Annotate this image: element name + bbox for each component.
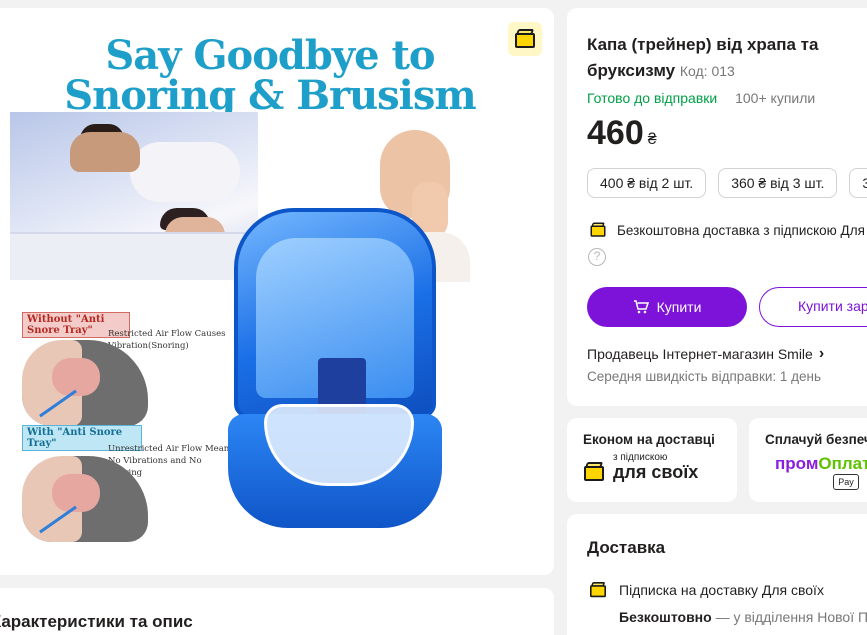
- free-shipping-note: Безкоштовна доставка з підпискою Для сво…: [587, 220, 867, 240]
- subscription-badge: [508, 22, 542, 56]
- safe-payment-promo[interactable]: Сплачуй безпечно промОплата Pay: [749, 418, 867, 502]
- product-code: Код: 013: [679, 63, 735, 79]
- product-gallery[interactable]: Say Goodbye to Snoring & Brusism Without…: [0, 8, 554, 575]
- seller-name: Продавець Інтернет-магазин Smile: [587, 346, 813, 362]
- chevron-right-icon: ›: [818, 345, 825, 362]
- help-icon[interactable]: ?: [588, 248, 606, 266]
- delivery-subscription[interactable]: Підписка на доставку Для своїх: [587, 580, 824, 600]
- bought-count: 100+ купили: [735, 90, 816, 106]
- buy-button-label: Купити: [656, 299, 702, 315]
- delivery-free-option: Безкоштовно — у відділення Нової Пошти: [619, 609, 867, 625]
- delivery-section: Доставка Підписка на доставку Для своїх …: [567, 514, 867, 635]
- avg-shipping-speed: Середня швидкість відправки: 1 день: [587, 369, 822, 384]
- airway-diagram-without: [22, 340, 148, 426]
- seller-link[interactable]: Продавець Інтернет-магазин Smile ›: [587, 345, 824, 363]
- box-icon: [590, 222, 607, 238]
- description-section: Характеристики та опис: [0, 588, 554, 635]
- cart-icon: [633, 300, 649, 314]
- product-title: Капа (трейнер) від храпа та бруксизму Ко…: [587, 32, 867, 84]
- tier-price-more[interactable]: 3: [849, 168, 867, 198]
- apple-pay-icon: Pay: [833, 474, 859, 490]
- mouthguard-case-photo: [228, 208, 442, 536]
- box-icon: [589, 582, 607, 598]
- currency-symbol: ₴: [647, 131, 657, 148]
- price: 460 ₴: [587, 114, 657, 153]
- buy-button[interactable]: Купити: [587, 287, 747, 327]
- stock-row: Готово до відправки 100+ купили: [587, 90, 815, 106]
- econom-delivery-promo[interactable]: Економ на доставці з підпискою для своїх: [567, 418, 737, 502]
- box-icon: [514, 29, 536, 49]
- description-title: Характеристики та опис: [0, 612, 193, 631]
- buy-panel: Капа (трейнер) від храпа та бруксизму Ко…: [567, 8, 867, 406]
- prom-oplata-logo: промОплата: [775, 454, 867, 473]
- price-value: 460: [587, 114, 644, 152]
- stock-status: Готово до відправки: [587, 90, 718, 106]
- product-image[interactable]: Say Goodbye to Snoring & Brusism Without…: [10, 20, 530, 542]
- diagram-text-restricted: Restricted Air Flow Causes Vibration(Sno…: [108, 329, 226, 351]
- sleeping-couple-photo: [10, 112, 258, 280]
- delivery-title: Доставка: [587, 538, 666, 557]
- econom-brand: для своїх: [613, 462, 699, 482]
- free-shipping-text: Безкоштовна доставка з підпискою Для сво…: [617, 222, 867, 238]
- tier-price-3[interactable]: 360 ₴ від 3 шт.: [718, 168, 838, 198]
- buy-now-button[interactable]: Купити зараз: [759, 287, 867, 327]
- tier-price-2[interactable]: 400 ₴ від 2 шт.: [587, 168, 707, 198]
- box-icon: [583, 462, 605, 487]
- econom-title: Економ на доставці: [583, 432, 715, 447]
- safe-payment-title: Сплачуй безпечно: [765, 432, 867, 447]
- wholesale-tiers: 400 ₴ від 2 шт. 360 ₴ від 3 шт. 3: [587, 168, 867, 198]
- delivery-subscription-text: Підписка на доставку Для своїх: [619, 582, 824, 598]
